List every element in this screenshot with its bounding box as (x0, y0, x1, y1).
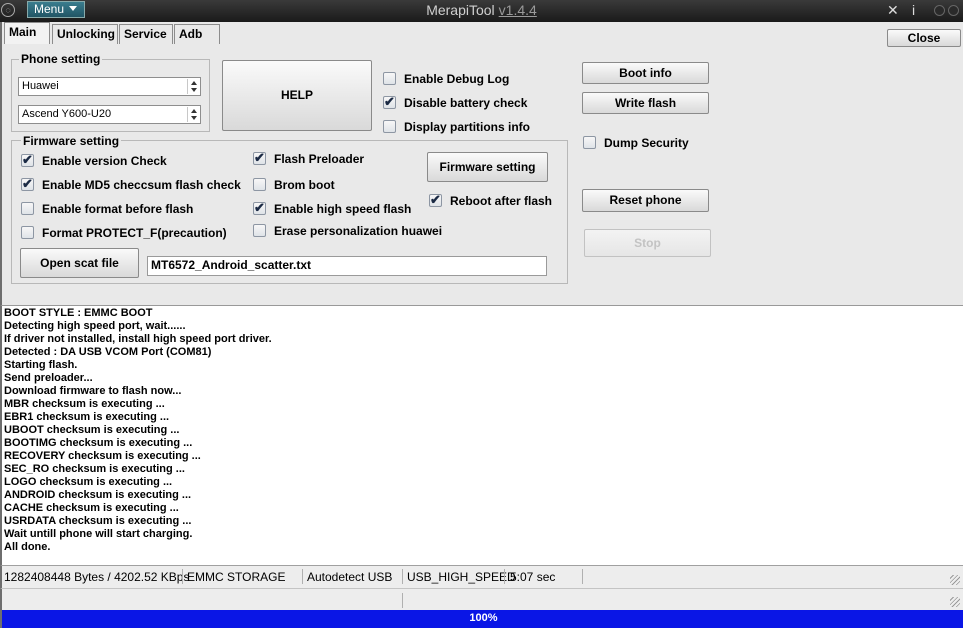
checkbox-icon (21, 226, 34, 239)
log-line: Send preloader... (4, 372, 93, 384)
status-divider (402, 593, 403, 608)
display-partitions-label: Display partitions info (404, 120, 531, 134)
main-panel: Main Unlocking Service Adb Close Phone s… (0, 22, 963, 305)
checkbox-icon (253, 178, 266, 191)
log-line: BOOT STYLE : EMMC BOOT (4, 307, 153, 319)
high-speed-flash-label: Enable high speed flash (274, 202, 412, 216)
log-line: If driver not installed, install high sp… (4, 333, 272, 345)
progress-bar: 100% (0, 610, 963, 628)
checkbox-checked-icon: ✔ (21, 176, 34, 191)
reset-phone-button[interactable]: Reset phone (582, 189, 709, 212)
log-line: EBR1 checksum is executing ... (4, 411, 170, 423)
spin-arrows-icon[interactable] (187, 79, 199, 94)
log-line: Detecting high speed port, wait...... (4, 320, 186, 332)
status-storage: EMMC STORAGE (187, 570, 286, 584)
checkbox-icon (383, 120, 396, 133)
brom-boot-label: Brom boot (274, 178, 335, 192)
status-bytes: 1282408448 Bytes / 4202.52 KBps (4, 570, 190, 584)
tools-icon[interactable]: ✕ (887, 2, 899, 19)
firmware-setting-legend: Firmware setting (21, 134, 122, 148)
log-output[interactable]: BOOT STYLE : EMMC BOOT Detecting high spe… (0, 305, 963, 565)
log-line: CACHE checksum is executing ... (4, 502, 179, 514)
tab-service[interactable]: Service (119, 24, 173, 44)
model-select[interactable]: Ascend Y600-U20 (18, 105, 201, 124)
checkbox-icon (383, 72, 396, 85)
log-line: USRDATA checksum is executing ... (4, 515, 192, 527)
log-line: Starting flash. (4, 359, 78, 371)
log-line: BOOTIMG checksum is executing ... (4, 437, 193, 449)
status-divider (504, 569, 505, 584)
log-line: RECOVERY checksum is executing ... (4, 450, 201, 462)
close-button[interactable]: Close (887, 29, 961, 47)
open-scat-file-button[interactable]: Open scat file (20, 248, 139, 278)
erase-personalization-label: Erase personalization huawei (274, 224, 443, 238)
status-usb-speed: USB_HIGH_SPEED (407, 570, 516, 584)
progress-label: 100% (469, 612, 498, 624)
reboot-after-flash-label: Reboot after flash (450, 194, 553, 208)
resize-grip-icon[interactable] (950, 597, 960, 607)
checkbox-checked-icon: ✔ (253, 200, 266, 215)
tab-unlocking[interactable]: Unlocking (52, 24, 118, 44)
log-line: UBOOT checksum is executing ... (4, 424, 180, 436)
help-button[interactable]: HELP (222, 60, 372, 131)
checkbox-icon (583, 136, 596, 149)
brand-value: Huawei (22, 80, 59, 92)
version-check-label: Enable version Check (42, 154, 167, 168)
write-flash-button[interactable]: Write flash (582, 92, 709, 114)
status-divider (402, 569, 403, 584)
close-window-icon[interactable] (948, 5, 959, 16)
format-before-flash-label: Enable format before flash (42, 202, 194, 216)
resize-grip-icon[interactable] (950, 575, 960, 585)
phone-setting-legend: Phone setting (19, 52, 103, 66)
format-protect-label: Format PROTECT_F(precaution) (42, 226, 227, 240)
log-line: SEC_RO checksum is executing ... (4, 463, 185, 475)
checkbox-icon (253, 224, 266, 237)
status-divider (302, 569, 303, 584)
app-name: MerapiTool (426, 2, 495, 18)
checkbox-checked-icon: ✔ (383, 94, 396, 109)
log-line: Download firmware to flash now... (4, 385, 182, 397)
firmware-setting-button[interactable]: Firmware setting (427, 152, 548, 182)
scatter-file-field[interactable]: MT6572_Android_scatter.txt (147, 256, 547, 276)
model-value: Ascend Y600-U20 (22, 108, 112, 120)
log-line: LOGO checksum is executing ... (4, 476, 173, 488)
status-divider (182, 569, 183, 584)
checkbox-icon (21, 202, 34, 215)
log-line: ANDROID checksum is executing ... (4, 489, 192, 501)
info-icon[interactable]: i (912, 2, 915, 18)
log-line: All done. (4, 541, 51, 553)
stop-button[interactable]: Stop (584, 229, 711, 257)
minimize-icon[interactable] (934, 5, 945, 16)
window-title: MerapiTool v1.4.4 (0, 2, 963, 18)
log-line: MBR checksum is executing ... (4, 398, 165, 410)
spin-arrows-icon[interactable] (187, 107, 199, 122)
status-usb-mode: Autodetect USB (307, 570, 393, 584)
enable-debug-log-label: Enable Debug Log (404, 72, 510, 86)
title-bar: ◌ Menu MerapiTool v1.4.4 ✕ i (0, 0, 963, 22)
md5-check-label: Enable MD5 checcsum flash check (42, 178, 241, 192)
brand-select[interactable]: Huawei (18, 77, 201, 96)
checkbox-checked-icon: ✔ (429, 192, 442, 207)
checkbox-checked-icon: ✔ (21, 152, 34, 167)
status-divider (582, 569, 583, 584)
log-line: Detected : DA USB VCOM Port (COM81) (4, 346, 212, 358)
secondary-status-bar (0, 588, 963, 610)
boot-info-button[interactable]: Boot info (582, 62, 709, 84)
dump-security-label: Dump Security (604, 136, 689, 150)
log-line: Wait untill phone will start charging. (4, 528, 193, 540)
flash-preloader-label: Flash Preloader (274, 152, 365, 166)
tab-adb[interactable]: Adb (174, 24, 220, 44)
disable-battery-check-label: Disable battery check (404, 96, 528, 110)
tab-main[interactable]: Main (4, 22, 50, 44)
checkbox-checked-icon: ✔ (253, 150, 266, 165)
app-version[interactable]: v1.4.4 (499, 2, 537, 18)
status-time: 5:07 sec (510, 570, 556, 584)
status-bar: 1282408448 Bytes / 4202.52 KBps EMMC STO… (0, 565, 963, 588)
